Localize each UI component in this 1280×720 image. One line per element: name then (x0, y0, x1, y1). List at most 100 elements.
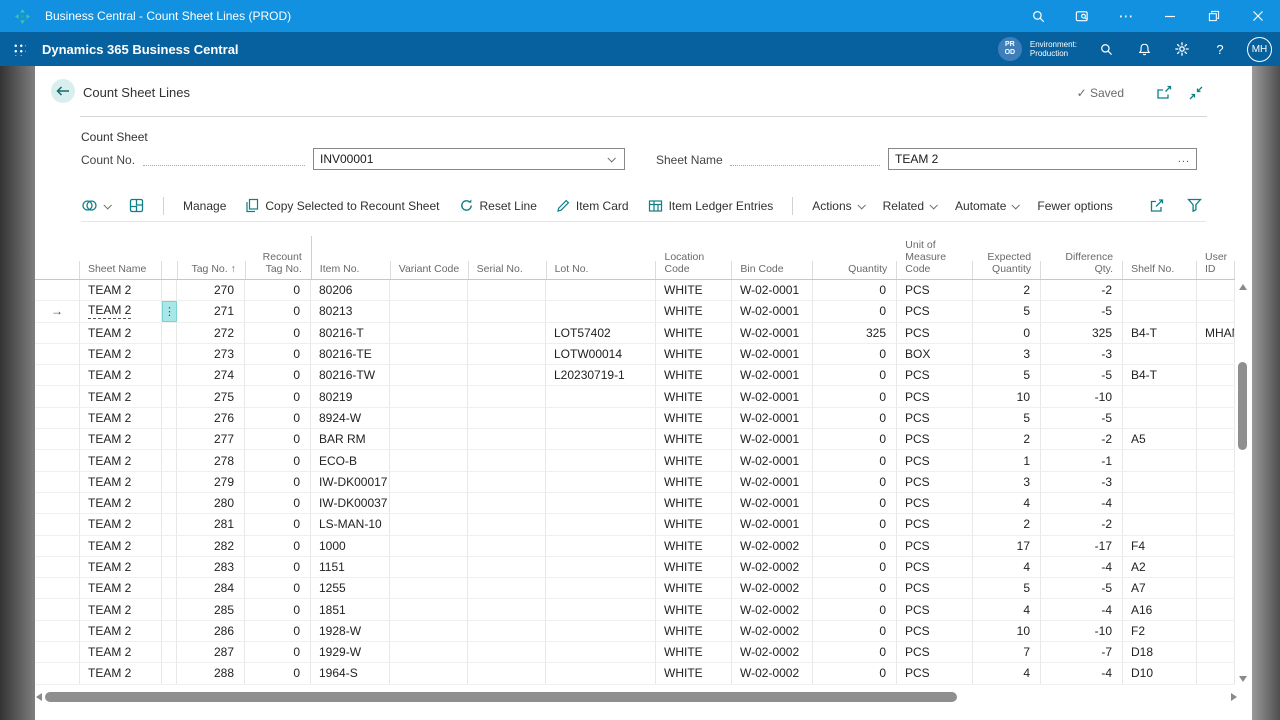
cell-tag[interactable]: 277 (177, 429, 245, 449)
cell-item[interactable]: 1929-W (311, 642, 390, 662)
cell-user[interactable]: MHAM (1197, 323, 1235, 343)
cell-recount[interactable]: 0 (245, 365, 311, 385)
cell-item[interactable]: 1000 (311, 536, 390, 556)
cell-expected[interactable]: 7 (973, 642, 1041, 662)
cell-uom[interactable]: PCS (897, 429, 973, 449)
cell-diff[interactable]: -1 (1041, 450, 1123, 470)
cell-qty[interactable]: 0 (813, 599, 897, 619)
cell-user[interactable] (1197, 536, 1235, 556)
table-row[interactable]: TEAM 22770BAR RMWHITEW-02-00010PCS2-2A5 (35, 429, 1235, 450)
table-row[interactable]: TEAM 2273080216-TELOTW00014WHITEW-02-000… (35, 344, 1235, 365)
table-row[interactable]: TEAM 2272080216-TLOT57402WHITEW-02-00013… (35, 323, 1235, 344)
cell-diff[interactable]: -5 (1041, 365, 1123, 385)
cell-menu[interactable] (162, 557, 177, 577)
cell-recount[interactable]: 0 (245, 599, 311, 619)
cell-location[interactable]: WHITE (656, 599, 732, 619)
scroll-up-icon[interactable] (1239, 284, 1247, 290)
cell-qty[interactable]: 0 (813, 386, 897, 406)
cell-recount[interactable]: 0 (245, 663, 311, 683)
cell-serial[interactable] (468, 663, 546, 683)
cell-serial[interactable] (468, 301, 546, 321)
cell-lot[interactable] (546, 514, 656, 534)
item-card-button[interactable]: Item Card (556, 199, 629, 213)
cell-tag[interactable]: 275 (177, 386, 245, 406)
table-row[interactable]: TEAM 22790IW-DK00017WHITEW-02-00010PCS3-… (35, 472, 1235, 493)
cell-shelf[interactable] (1123, 386, 1197, 406)
cell-diff[interactable]: -2 (1041, 280, 1123, 300)
cell-recount[interactable]: 0 (245, 642, 311, 662)
cell-location[interactable]: WHITE (656, 557, 732, 577)
row-gutter[interactable] (35, 621, 80, 641)
cell-location[interactable]: WHITE (656, 323, 732, 343)
cell-uom[interactable]: PCS (897, 450, 973, 470)
cell-recount[interactable]: 0 (245, 472, 311, 492)
automate-menu[interactable]: Automate (955, 199, 1018, 213)
cell-serial[interactable] (468, 557, 546, 577)
cell-item[interactable]: 80219 (311, 386, 390, 406)
cell-lot[interactable] (546, 301, 656, 321)
cell-expected[interactable]: 2 (973, 280, 1041, 300)
cell-diff[interactable]: -4 (1041, 493, 1123, 513)
cell-shelf[interactable] (1123, 450, 1197, 470)
cell-sheet[interactable]: TEAM 2 (80, 450, 162, 470)
cell-recount[interactable]: 0 (245, 323, 311, 343)
cell-shelf[interactable]: A5 (1123, 429, 1197, 449)
cell-variant[interactable] (390, 642, 468, 662)
cell-tag[interactable]: 273 (177, 344, 245, 364)
cell-shelf[interactable]: A16 (1123, 599, 1197, 619)
column-header-shelf[interactable]: Shelf No. (1123, 236, 1197, 279)
cell-variant[interactable] (390, 599, 468, 619)
cell-variant[interactable] (390, 344, 468, 364)
cell-serial[interactable] (468, 472, 546, 492)
table-row[interactable]: TEAM 22810LS-MAN-10WHITEW-02-00010PCS2-2 (35, 514, 1235, 535)
restore-icon[interactable] (1192, 0, 1236, 32)
cell-tag[interactable]: 285 (177, 599, 245, 619)
cell-user[interactable] (1197, 514, 1235, 534)
cell-item[interactable]: IW-DK00017 (311, 472, 390, 492)
cell-sheet[interactable]: TEAM 2 (80, 344, 162, 364)
active-row-indicator[interactable]: → (35, 301, 80, 321)
copilot-button[interactable] (81, 198, 110, 213)
cell-location[interactable]: WHITE (656, 514, 732, 534)
cell-sheet[interactable]: TEAM 2 (80, 642, 162, 662)
cell-lot[interactable]: L20230719-1 (546, 365, 656, 385)
cell-qty[interactable]: 0 (813, 429, 897, 449)
cell-bin[interactable]: W-02-0002 (732, 663, 813, 683)
cell-qty[interactable]: 0 (813, 344, 897, 364)
cell-item[interactable]: 1928-W (311, 621, 390, 641)
cell-location[interactable]: WHITE (656, 344, 732, 364)
cell-serial[interactable] (468, 514, 546, 534)
cell-user[interactable] (1197, 450, 1235, 470)
cell-item[interactable]: ECO-B (311, 450, 390, 470)
related-menu[interactable]: Related (883, 199, 936, 213)
back-button[interactable] (51, 79, 75, 103)
minimize-icon[interactable] (1148, 0, 1192, 32)
cell-shelf[interactable] (1123, 344, 1197, 364)
cell-uom[interactable]: PCS (897, 621, 973, 641)
cell-diff[interactable]: -17 (1041, 536, 1123, 556)
cell-qty[interactable]: 0 (813, 472, 897, 492)
cell-bin[interactable]: W-02-0001 (732, 323, 813, 343)
reset-line-button[interactable]: Reset Line (459, 198, 537, 213)
help-icon[interactable]: ? (1205, 34, 1235, 64)
cell-sheet[interactable]: TEAM 2 (80, 557, 162, 577)
cell-sheet[interactable]: TEAM 2 (80, 408, 162, 428)
brand-title[interactable]: Dynamics 365 Business Central (42, 42, 239, 57)
cell-uom[interactable]: PCS (897, 472, 973, 492)
cell-diff[interactable]: -5 (1041, 408, 1123, 428)
cell-qty[interactable]: 0 (813, 493, 897, 513)
cell-location[interactable]: WHITE (656, 450, 732, 470)
cell-uom[interactable]: PCS (897, 280, 973, 300)
cell-tag[interactable]: 287 (177, 642, 245, 662)
cell-location[interactable]: WHITE (656, 493, 732, 513)
open-in-app-icon[interactable] (1060, 0, 1104, 32)
cell-bin[interactable]: W-02-0001 (732, 493, 813, 513)
cell-expected[interactable]: 5 (973, 301, 1041, 321)
cell-recount[interactable]: 0 (245, 536, 311, 556)
browser-search-icon[interactable] (1016, 0, 1060, 32)
row-gutter[interactable] (35, 599, 80, 619)
close-icon[interactable] (1236, 0, 1280, 32)
cell-user[interactable] (1197, 365, 1235, 385)
cell-qty[interactable]: 0 (813, 301, 897, 321)
cell-expected[interactable]: 1 (973, 450, 1041, 470)
